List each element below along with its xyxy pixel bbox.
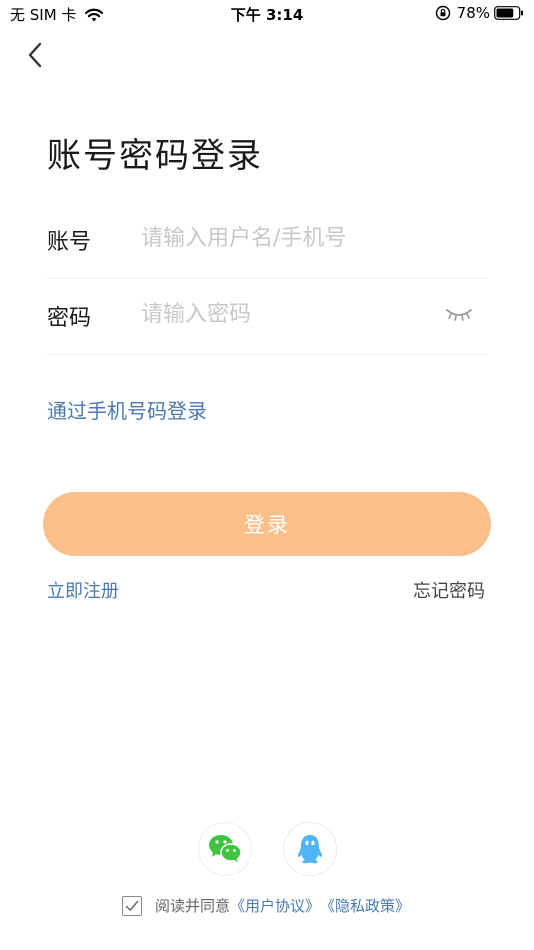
page-title: 账号密码登录 [47,136,263,176]
account-input[interactable] [141,218,431,258]
forgot-password-link[interactable]: 忘记密码 [413,577,485,603]
password-input[interactable] [141,294,431,334]
wechat-icon [209,835,242,863]
back-button[interactable] [20,40,50,70]
password-row: 密码 [47,278,488,355]
login-screen: 无 SIM 卡 下午 3:14 78% 账号密码登录 账号 请输入用户名/手机号… [0,0,534,950]
wechat-login-button[interactable] [198,822,252,876]
status-bar: 无 SIM 卡 下午 3:14 78% [0,0,534,30]
qq-icon [298,835,322,864]
orientation-lock-icon [435,5,450,21]
battery-icon [494,6,523,20]
checkmark-icon [125,900,139,911]
account-row: 账号 [47,202,488,279]
qq-login-button[interactable] [283,822,337,876]
register-link[interactable]: 立即注册 [47,577,119,603]
privacy-policy-link[interactable]: 《隐私政策》 [320,895,410,916]
agreement-row: 阅读并同意 《用户协议》 《隐私政策》 [122,895,410,916]
account-label: 账号 [47,230,92,255]
password-label: 密码 [47,306,92,331]
user-agreement-link[interactable]: 《用户协议》 [230,895,320,916]
agree-checkbox[interactable] [122,895,142,916]
agreement-prefix: 阅读并同意 [155,897,231,915]
chevron-left-icon [28,42,42,68]
battery-percent: 78% [456,4,490,22]
eye-closed-icon[interactable] [444,304,474,326]
phone-login-link[interactable]: 通过手机号码登录 [47,395,207,424]
login-button[interactable]: 登录 [43,492,491,556]
status-bar-right: 78% [435,4,524,22]
